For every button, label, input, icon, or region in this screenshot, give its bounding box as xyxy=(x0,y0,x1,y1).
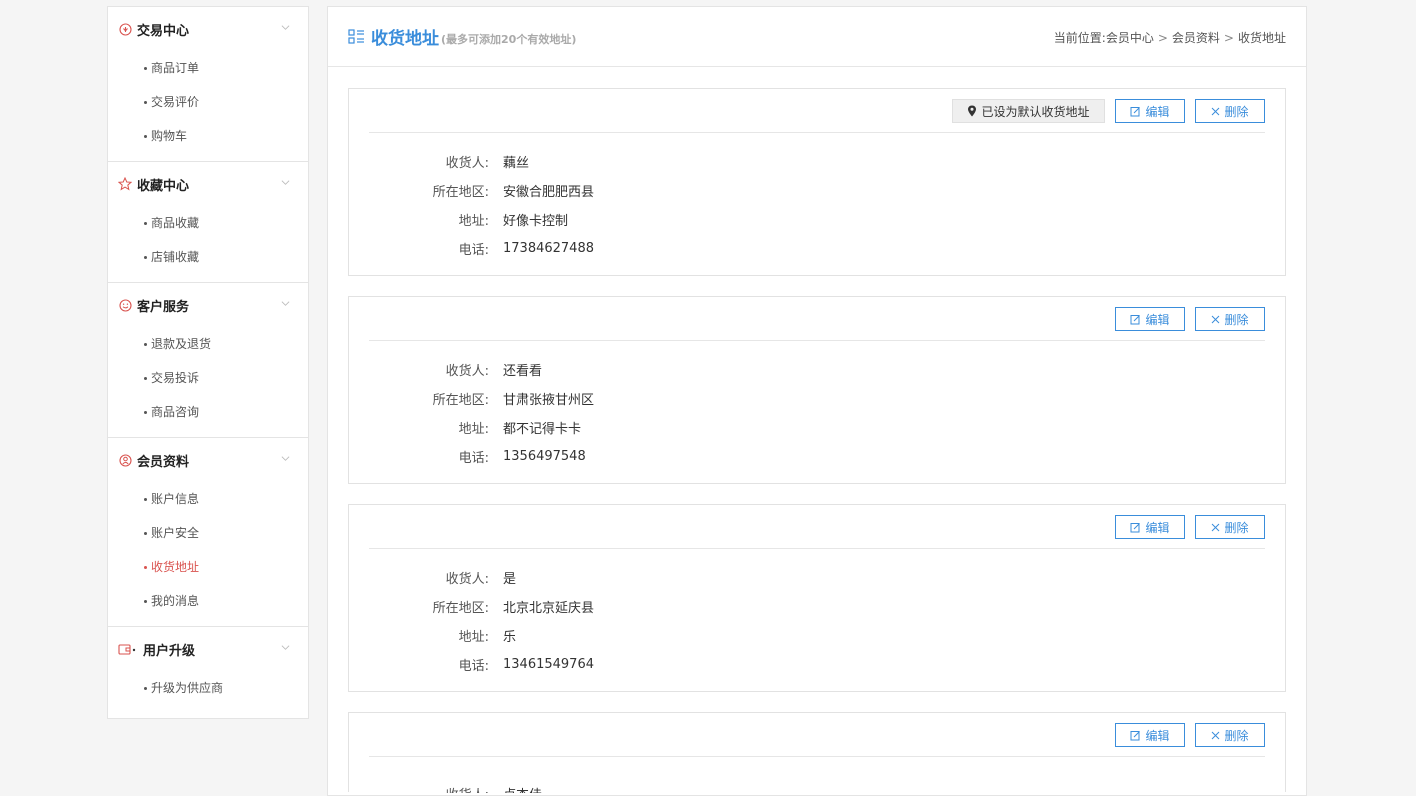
sidebar-item-account-security[interactable]: 账户安全 xyxy=(108,516,308,550)
delete-button[interactable]: 删除 xyxy=(1195,723,1265,747)
star-icon xyxy=(118,177,132,191)
field-address: 地址: 好像卡控制 xyxy=(458,214,569,229)
address-card-toolbar: 编辑 删除 xyxy=(369,297,1265,341)
sidebar-group-profile: 会员资料 账户信息 账户安全 收货地址 我的消息 xyxy=(108,438,308,627)
sidebar-item-refunds[interactable]: 退款及退货 xyxy=(108,327,308,361)
sidebar-group-trade: 交易中心 商品订单 交易评价 购物车 xyxy=(108,7,308,162)
sidebar-group-header-upgrade[interactable]: 用户升级 xyxy=(108,627,308,671)
field-region: 所在地区: 北京北京延庆县 xyxy=(432,601,595,616)
edit-icon xyxy=(1130,522,1141,532)
field-region: 所在地区: 安徽合肥肥西县 xyxy=(432,185,595,200)
breadcrumb-separator: > xyxy=(1223,31,1234,45)
default-address-badge: 已设为默认收货地址 xyxy=(952,99,1105,123)
edit-button[interactable]: 编辑 xyxy=(1115,307,1185,331)
sidebar-group-title: 交易中心 xyxy=(137,23,190,39)
field-receiver: 收货人: 还看看 xyxy=(445,364,543,379)
edit-icon xyxy=(1130,314,1141,324)
sidebar-group-title: 用户升级 xyxy=(143,643,196,659)
field-phone: 电话: 17384627488 xyxy=(458,241,594,258)
chevron-down-icon xyxy=(281,301,290,306)
sidebar-group-favorites: 收藏中心 商品收藏 店铺收藏 xyxy=(108,162,308,283)
address-card: 编辑 删除 收货人: 还看看 所在地区: 甘肃张掖甘州区 地址: 都不记得卡卡 电话:… xyxy=(348,296,1286,484)
location-pin-icon xyxy=(968,105,977,117)
breadcrumb-prefix: 当前位置: xyxy=(1053,31,1106,45)
address-card-toolbar: 已设为默认收货地址 编辑 删除 xyxy=(369,89,1265,133)
close-icon xyxy=(1212,731,1220,739)
field-receiver: 收货人:卢杰佳 xyxy=(349,771,1285,794)
page-header: 收货地址 (最多可添加20个有效地址) 当前位置:会员中心 > 会员资料 > 收货地址 xyxy=(328,7,1306,67)
chevron-down-icon xyxy=(281,180,290,185)
sidebar-item-messages[interactable]: 我的消息 xyxy=(108,584,308,618)
sidebar-item-shop-favorites[interactable]: 店铺收藏 xyxy=(108,240,308,274)
user-icon xyxy=(118,453,132,467)
sidebar-item-cart[interactable]: 购物车 xyxy=(108,119,308,153)
sidebar-group-title: 收藏中心 xyxy=(137,178,190,194)
delete-button[interactable]: 删除 xyxy=(1195,99,1265,123)
breadcrumb-separator: > xyxy=(1157,31,1168,45)
sidebar-group-title: 会员资料 xyxy=(137,454,190,470)
delete-button[interactable]: 删除 xyxy=(1195,515,1265,539)
list-icon xyxy=(348,29,364,44)
field-phone: 电话: 1356497548 xyxy=(458,449,586,466)
sidebar-group-service: 客户服务 退款及退货 交易投诉 商品咨询 xyxy=(108,283,308,438)
address-card-toolbar: 编辑 删除 xyxy=(369,505,1265,549)
field-receiver: 收货人: 藕丝 xyxy=(445,156,530,171)
edit-button[interactable]: 编辑 xyxy=(1115,515,1185,539)
sidebar-group-title: 客户服务 xyxy=(137,299,190,315)
field-region: 所在地区: 甘肃张掖甘州区 xyxy=(432,393,595,408)
sidebar-group-header-profile[interactable]: 会员资料 xyxy=(108,438,308,482)
chevron-down-icon xyxy=(281,25,290,30)
breadcrumb: 当前位置:会员中心 > 会员资料 > 收货地址 xyxy=(1054,29,1286,46)
sidebar-item-upgrade-supplier[interactable]: 升级为供应商 xyxy=(108,671,308,705)
field-phone: 电话: 13461549764 xyxy=(458,657,594,674)
sidebar-item-account-info[interactable]: 账户信息 xyxy=(108,482,308,516)
field-address: 地址: 都不记得卡卡 xyxy=(458,422,582,437)
chevron-down-icon xyxy=(281,645,290,650)
edit-icon xyxy=(1130,106,1141,116)
sidebar-item-product-favorites[interactable]: 商品收藏 xyxy=(108,206,308,240)
sidebar: 交易中心 商品订单 交易评价 购物车 收藏中心 商品收藏 店铺收藏 客户服务 退… xyxy=(107,6,309,719)
close-icon xyxy=(1212,107,1220,115)
wallet-icon xyxy=(118,642,138,656)
address-card-toolbar: 编辑 删除 xyxy=(369,713,1265,757)
address-card: 已设为默认收货地址 编辑 删除 收货人: 藕丝 所在地区: 安徽合肥肥西县 地址: 好… xyxy=(348,88,1286,276)
delete-button[interactable]: 删除 xyxy=(1195,307,1265,331)
trade-icon xyxy=(118,22,132,36)
field-address: 地址: 乐 xyxy=(458,630,517,645)
close-icon xyxy=(1212,315,1220,323)
sidebar-group-header-service[interactable]: 客户服务 xyxy=(108,283,308,327)
sidebar-item-inquiries[interactable]: 商品咨询 xyxy=(108,395,308,429)
sidebar-item-trade-reviews[interactable]: 交易评价 xyxy=(108,85,308,119)
sidebar-item-complaints[interactable]: 交易投诉 xyxy=(108,361,308,395)
smile-icon xyxy=(118,298,132,312)
address-card: 编辑 删除 收货人: 是 所在地区: 北京北京延庆县 地址: 乐 电话: 1346154… xyxy=(348,504,1286,692)
sidebar-item-product-orders[interactable]: 商品订单 xyxy=(108,51,308,85)
breadcrumb-item-member-profile[interactable]: 会员资料 xyxy=(1172,31,1220,45)
edit-button[interactable]: 编辑 xyxy=(1115,99,1185,123)
breadcrumb-item-shipping-address: 收货地址 xyxy=(1237,31,1286,45)
sidebar-group-header-trade[interactable]: 交易中心 xyxy=(108,7,308,51)
main-panel: 收货地址 (最多可添加20个有效地址) 当前位置:会员中心 > 会员资料 > 收货地址 … xyxy=(327,6,1307,796)
page-subtitle: (最多可添加20个有效地址) xyxy=(441,32,577,46)
address-card: 编辑 删除 收货人:卢杰佳 xyxy=(348,712,1286,794)
sidebar-group-upgrade: 用户升级 升级为供应商 xyxy=(108,627,308,713)
page-title: 收货地址 xyxy=(371,29,439,49)
sidebar-group-header-favorites[interactable]: 收藏中心 xyxy=(108,162,308,206)
close-icon xyxy=(1212,523,1220,531)
chevron-down-icon xyxy=(281,456,290,461)
edit-button[interactable]: 编辑 xyxy=(1115,723,1185,747)
breadcrumb-item-member-center[interactable]: 会员中心 xyxy=(1106,31,1154,45)
sidebar-item-shipping-address[interactable]: 收货地址 xyxy=(108,550,308,584)
field-receiver: 收货人: 是 xyxy=(445,572,517,587)
edit-icon xyxy=(1130,730,1141,740)
